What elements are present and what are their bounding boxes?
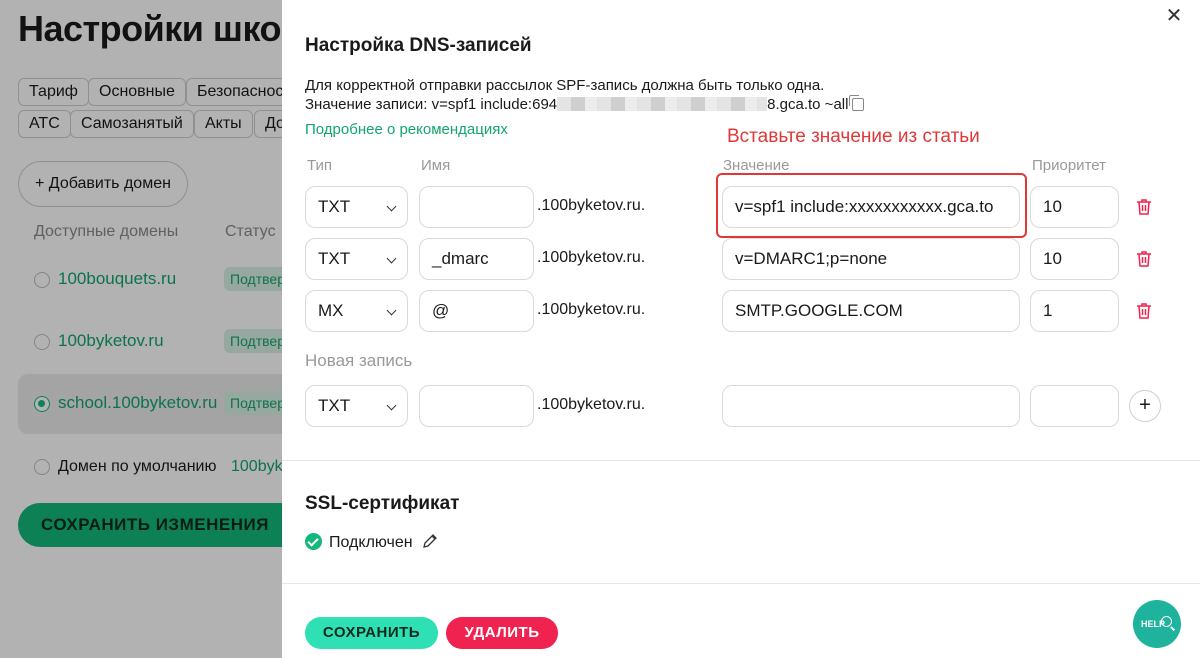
record-value-prefix: Значение записи: v=spf1 include:694	[305, 96, 558, 113]
divider	[282, 460, 1200, 461]
new-record-type-select[interactable]: TXT	[305, 385, 408, 427]
record-priority-input[interactable]: 10	[1030, 238, 1119, 280]
check-circle-icon	[305, 533, 322, 550]
column-priority: Приоритет	[1032, 157, 1106, 174]
column-name: Имя	[421, 157, 451, 174]
divider	[282, 583, 1200, 584]
search-icon	[1161, 616, 1172, 627]
domain-suffix: .100byketov.ru.	[537, 396, 646, 413]
ssl-status: Подключен	[329, 534, 413, 551]
record-type-value: TXT	[318, 396, 351, 415]
column-type: Тип	[307, 157, 333, 174]
save-button[interactable]: СОХРАНИТЬ	[305, 617, 438, 649]
record-type-select[interactable]: TXT	[305, 238, 408, 280]
delete-button[interactable]: УДАЛИТЬ	[446, 617, 558, 649]
help-button[interactable]: HELP	[1133, 600, 1181, 648]
trash-icon[interactable]	[1136, 198, 1152, 216]
chevron-down-icon	[386, 253, 397, 264]
add-record-button[interactable]: +	[1129, 390, 1161, 422]
new-record-label: Новая запись	[305, 351, 413, 370]
ssl-section-title: SSL-сертификат	[305, 493, 460, 514]
record-type-select[interactable]: MX	[305, 290, 408, 332]
trash-icon[interactable]	[1136, 250, 1152, 268]
new-record-name-input[interactable]	[419, 385, 534, 427]
record-name-input[interactable]: @	[419, 290, 534, 332]
trash-icon[interactable]	[1136, 302, 1152, 320]
record-name-input[interactable]	[419, 186, 534, 228]
record-value-input[interactable]: SMTP.GOOGLE.COM	[722, 290, 1020, 332]
annotation-text: Вставьте значение из статьи	[727, 126, 980, 147]
recommendations-link[interactable]: Подробнее о рекомендациях	[305, 121, 508, 138]
record-value-suffix: 8.gca.to ~all	[767, 96, 849, 113]
pencil-icon[interactable]	[422, 533, 438, 549]
dns-section-title: Настройка DNS-записей	[305, 35, 532, 56]
record-type-select[interactable]: TXT	[305, 186, 408, 228]
new-record-value-input[interactable]	[722, 385, 1020, 427]
record-type-value: TXT	[318, 249, 351, 268]
record-type-value: TXT	[318, 197, 351, 216]
dns-settings-panel: ✕ Настройка DNS-записей Для корректной о…	[282, 0, 1200, 658]
record-priority-input[interactable]: 1	[1030, 290, 1119, 332]
record-type-value: MX	[318, 301, 344, 320]
close-icon[interactable]: ✕	[1162, 4, 1186, 28]
record-value-input[interactable]: v=DMARC1;p=none	[722, 238, 1020, 280]
record-name-input[interactable]: _dmarc	[419, 238, 534, 280]
chevron-down-icon	[386, 201, 397, 212]
domain-suffix: .100byketov.ru.	[537, 197, 646, 214]
domain-suffix: .100byketov.ru.	[537, 301, 646, 318]
blurred-value	[557, 97, 768, 111]
record-value-line: Значение записи: v=spf1 include:694 8.gca…	[305, 95, 865, 114]
record-priority-input[interactable]: 10	[1030, 186, 1119, 228]
chevron-down-icon	[386, 305, 397, 316]
highlight-frame	[716, 173, 1027, 238]
new-record-priority-input[interactable]	[1030, 385, 1119, 427]
spf-description: Для корректной отправки рассылок SPF-зап…	[305, 77, 825, 94]
chevron-down-icon	[386, 400, 397, 411]
domain-suffix: .100byketov.ru.	[537, 249, 646, 266]
column-value: Значение	[723, 157, 790, 174]
copy-icon[interactable]	[849, 95, 865, 111]
